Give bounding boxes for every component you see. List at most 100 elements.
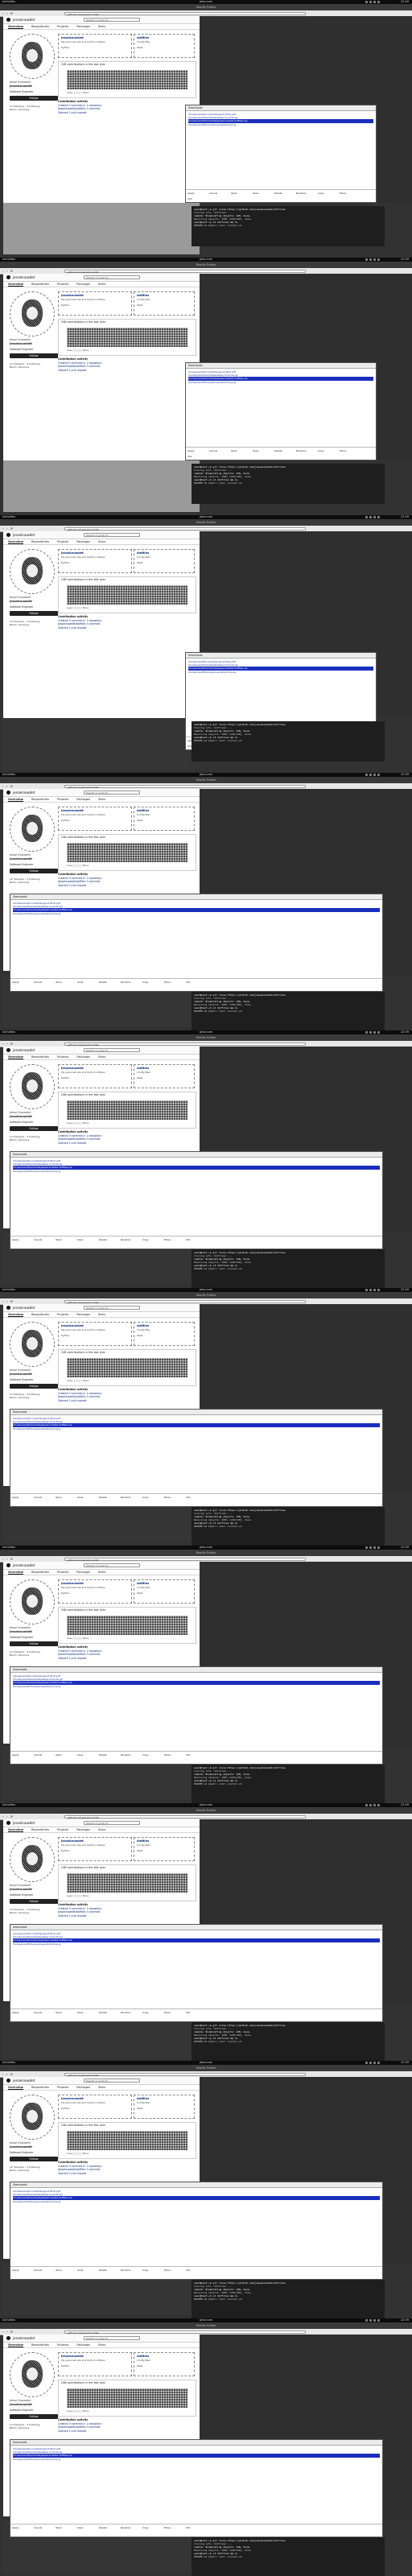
action-delete[interactable]: Delete (99, 1753, 118, 1762)
action-delete[interactable]: Delete (274, 192, 294, 195)
pinned-repo-card[interactable]: dotfiles Config files Shell (134, 1579, 195, 1604)
tab-projects[interactable]: Projects (57, 539, 68, 544)
tab-packages[interactable]: Packages (76, 539, 90, 544)
action-copy[interactable]: Copy (142, 980, 162, 989)
tab-projects[interactable]: Projects (57, 1054, 68, 1059)
tray-icon[interactable] (369, 1804, 372, 1806)
repo-name[interactable]: jesseknowdet (61, 2355, 129, 2358)
tray-icon[interactable] (365, 2319, 368, 2322)
tab-packages[interactable]: Packages (76, 1569, 90, 1575)
repo-name[interactable]: jesseknowdet (61, 294, 129, 297)
activity-item[interactable]: Opened 1 pull request (58, 111, 195, 115)
tab-stars[interactable]: Stars (98, 2084, 105, 2090)
action-cancel[interactable]: Cancel (34, 2011, 53, 2020)
address-bar[interactable]: github.com/jesseknowdet (64, 1814, 306, 1819)
file-row[interactable]: /home/user/Pictures/screenshot-01.png (13, 1942, 380, 1946)
tray-icon[interactable] (373, 1289, 376, 1291)
action-cancel[interactable]: Cancel (34, 2526, 53, 2535)
github-logo-icon[interactable] (6, 2079, 10, 2083)
tab-overview[interactable]: Overview (8, 1827, 23, 1832)
repo-name[interactable]: jesseknowdet (61, 809, 129, 812)
tab-projects[interactable]: Projects (57, 281, 68, 287)
action-delete[interactable]: Delete (99, 2268, 118, 2277)
repo-name[interactable]: jesseknowdet (61, 1324, 129, 1327)
tab-packages[interactable]: Packages (76, 1054, 90, 1059)
action-save[interactable]: Save (77, 2268, 97, 2277)
activity-item[interactable]: Opened 1 pull request (58, 884, 195, 888)
tab-repositories[interactable]: Repositories (31, 1827, 49, 1832)
tab-packages[interactable]: Packages (76, 23, 90, 29)
repo-name[interactable]: dotfiles (137, 1067, 192, 1070)
action-move[interactable]: Move (340, 192, 359, 195)
action-apply[interactable]: Apply (12, 2526, 31, 2535)
action-rename[interactable]: Rename (121, 2268, 140, 2277)
action-apply[interactable]: Apply (12, 2011, 31, 2020)
pinned-repo-card[interactable]: jesseknowdet My personal site and Python … (58, 2352, 132, 2376)
pinned-repo-card[interactable]: dotfiles Config files Shell (134, 1837, 195, 1861)
nav-buttons[interactable]: ‹ › ⟳ (2, 526, 14, 530)
header-username[interactable]: jesseknowdet (13, 275, 35, 279)
github-logo-icon[interactable] (6, 791, 10, 795)
repo-name[interactable]: dotfiles (137, 1839, 192, 1843)
action-copy[interactable]: Copy (142, 1753, 162, 1762)
action-rename[interactable]: Rename (121, 2011, 140, 2020)
header-username[interactable]: jesseknowdet (13, 1563, 35, 1567)
tab-projects[interactable]: Projects (57, 796, 68, 802)
action-open[interactable]: Open (56, 1496, 75, 1505)
follow-button[interactable]: Follow (10, 1641, 58, 1646)
header-username[interactable]: jesseknowdet (13, 1306, 35, 1310)
tray-icon[interactable] (377, 1804, 380, 1806)
tray-icon[interactable] (373, 2062, 376, 2064)
tray-icon[interactable] (377, 2319, 380, 2322)
tab-projects[interactable]: Projects (57, 1311, 68, 1317)
tab-repositories[interactable]: Repositories (31, 1569, 49, 1575)
tray-icon[interactable] (373, 516, 376, 518)
tray-icon[interactable] (369, 1, 372, 3)
nav-buttons[interactable]: ‹ › ⟳ (2, 1042, 14, 1046)
pinned-repo-card[interactable]: jesseknowdet My personal site and Python … (58, 2095, 132, 2119)
address-bar[interactable]: github.com/jesseknowdet (64, 784, 306, 789)
address-bar[interactable]: github.com/jesseknowdet (64, 526, 306, 531)
tab-stars[interactable]: Stars (98, 281, 105, 287)
pinned-repo-card[interactable]: dotfiles Config files Shell (134, 1322, 195, 1346)
file-row[interactable]: /home/user/Pictures/screenshot-01.png (188, 381, 373, 384)
action-move[interactable]: Move (164, 1496, 183, 1505)
tab-stars[interactable]: Stars (98, 1054, 105, 1059)
file-row[interactable]: /home/user/Pictures/screenshot-01.png (13, 912, 380, 915)
github-logo-icon[interactable] (6, 2336, 10, 2340)
nav-buttons[interactable]: ‹ › ⟳ (2, 2072, 14, 2076)
tray-icon[interactable] (365, 2062, 368, 2064)
pinned-repo-card[interactable]: jesseknowdet My personal site and Python … (58, 1064, 132, 1088)
action-copy[interactable]: Copy (318, 449, 337, 452)
tab-overview[interactable]: Overview (8, 2084, 23, 2090)
tab-repositories[interactable]: Repositories (31, 1311, 49, 1317)
address-bar[interactable]: github.com/jesseknowdet (64, 1042, 306, 1046)
pinned-repo-card[interactable]: dotfiles Config files Shell (134, 291, 195, 316)
tab-packages[interactable]: Packages (76, 2084, 90, 2090)
file-row[interactable]: /home/user/Pictures/screenshot-01.png (13, 2200, 380, 2203)
tray-icon[interactable] (369, 516, 372, 518)
tray-icon[interactable] (373, 774, 376, 776)
search-input[interactable]: Search or jump to... (84, 275, 140, 279)
search-input[interactable]: Search or jump to... (84, 18, 140, 22)
tray-icon[interactable] (369, 2319, 372, 2322)
action-cancel[interactable]: Cancel (209, 192, 229, 195)
tab-projects[interactable]: Projects (57, 1569, 68, 1575)
github-logo-icon[interactable] (6, 1306, 10, 1310)
repo-name[interactable]: jesseknowdet (61, 2097, 129, 2100)
pinned-repo-card[interactable]: jesseknowdet My personal site and Python … (58, 807, 132, 831)
action-rename[interactable]: Rename (296, 449, 315, 452)
tab-stars[interactable]: Stars (98, 23, 105, 29)
action-copy[interactable]: Copy (142, 2526, 162, 2535)
action-delete[interactable]: Delete (99, 980, 118, 989)
header-username[interactable]: jesseknowdet (13, 18, 35, 22)
tray-icon[interactable] (365, 1546, 368, 1549)
tab-projects[interactable]: Projects (57, 23, 68, 29)
tab-overview[interactable]: Overview (8, 539, 23, 544)
tray-icon[interactable] (377, 774, 380, 776)
action-delete[interactable]: Delete (99, 2526, 118, 2535)
action-open[interactable]: Open (231, 192, 250, 195)
action-delete[interactable]: Delete (99, 1238, 118, 1247)
nav-buttons[interactable]: ‹ › ⟳ (2, 11, 14, 15)
github-logo-icon[interactable] (6, 533, 10, 537)
